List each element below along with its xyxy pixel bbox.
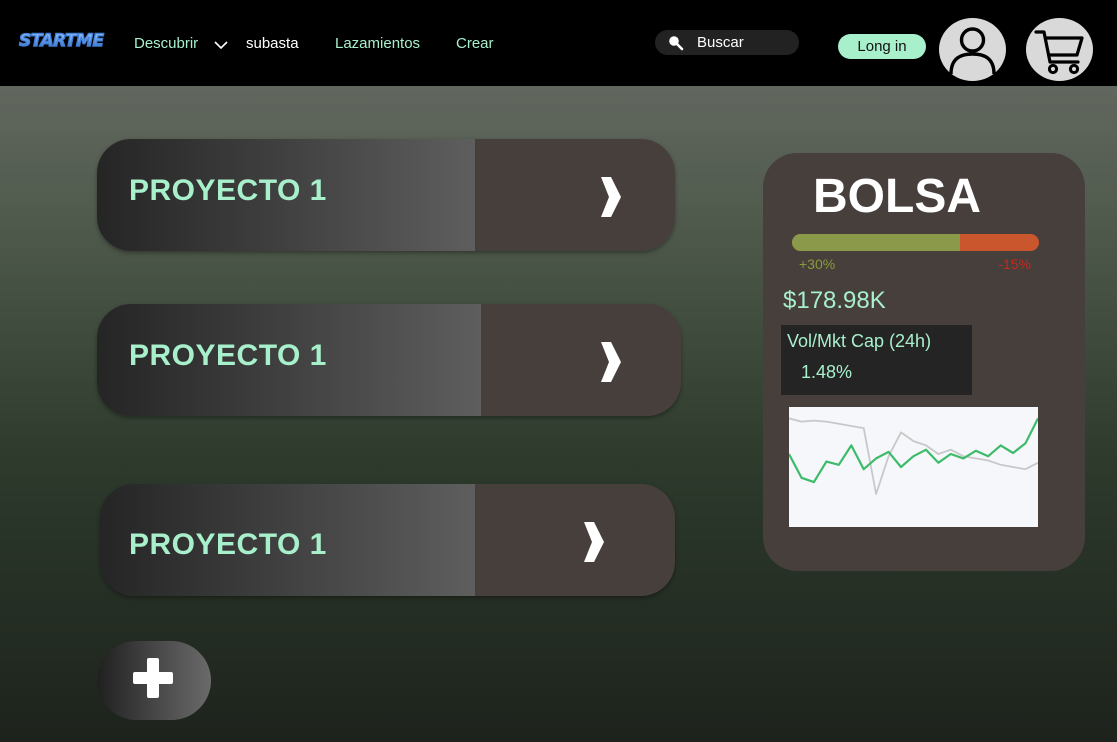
chevron-right-icon [584, 522, 604, 562]
project-title: PROYECTO 1 [129, 339, 327, 372]
project-card[interactable]: PROYECTO 1 [97, 139, 675, 251]
plus-icon [133, 658, 173, 698]
volume-label: Vol/Mkt Cap (24h) [787, 331, 932, 351]
volume-box: Vol/Mkt Cap (24h) 1.48% [781, 325, 972, 395]
nav-lazamientos[interactable]: Lazamientos [335, 35, 420, 52]
search-icon [669, 36, 684, 51]
volume-value: 1.48% [801, 362, 853, 382]
chevron-right-icon [601, 342, 621, 382]
cart-icon [1034, 30, 1084, 75]
chart-series-main [789, 417, 1038, 484]
percent-up: +30% [799, 256, 836, 272]
price-chart [789, 407, 1038, 527]
project-title: PROYECTO 1 [129, 174, 327, 207]
user-profile-button[interactable] [939, 18, 1006, 81]
search-input[interactable] [697, 32, 793, 53]
search-box[interactable] [655, 30, 799, 55]
project-card[interactable]: PROYECTO 1 [97, 304, 681, 416]
bolsa-panel: BOLSA +30% -15% $178.98K Vol/Mkt Cap (24… [763, 153, 1085, 571]
project-card-action[interactable] [475, 139, 675, 251]
cart-button[interactable] [1026, 18, 1093, 81]
project-card-action[interactable] [475, 484, 675, 596]
project-card[interactable]: PROYECTO 1 [100, 484, 675, 596]
chevron-down-icon[interactable] [213, 40, 229, 50]
nav-subasta[interactable]: subasta [246, 35, 299, 52]
sentiment-bar-up [792, 234, 960, 251]
nav-descubrir[interactable]: Descubrir [134, 35, 198, 52]
bolsa-title: BOLSA [813, 170, 981, 223]
sentiment-bar [792, 234, 1039, 251]
project-card-action[interactable] [481, 304, 681, 416]
startme-logo[interactable]: STARTME [18, 30, 104, 51]
project-title: PROYECTO 1 [129, 528, 327, 561]
login-button[interactable]: Long in [838, 34, 926, 59]
top-navbar: STARTME Descubrir subasta Lazamientos Cr… [0, 0, 1117, 86]
price-value: $178.98K [783, 287, 886, 314]
user-icon [949, 27, 996, 75]
nav-crear[interactable]: Crear [456, 35, 494, 52]
chevron-right-icon [601, 177, 621, 217]
percent-down: -15% [998, 256, 1031, 272]
add-project-button[interactable] [97, 641, 211, 720]
